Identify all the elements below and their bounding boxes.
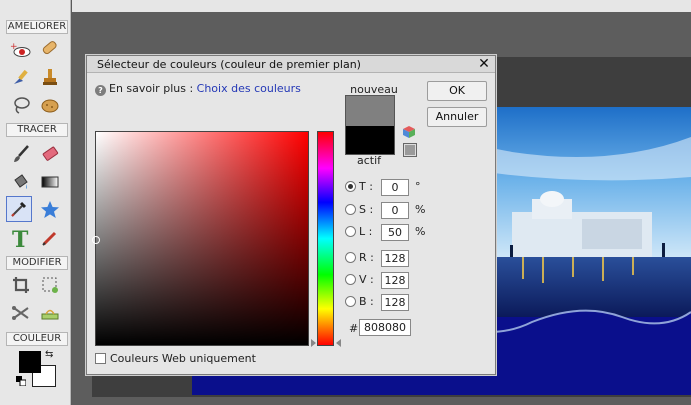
new-color-swatch bbox=[346, 96, 394, 126]
web-colors-only-option[interactable]: Couleurs Web uniquement bbox=[95, 352, 256, 365]
red-radio[interactable] bbox=[345, 252, 356, 263]
saturation-radio[interactable] bbox=[345, 204, 356, 215]
svg-text:T: T bbox=[12, 227, 29, 249]
web-colors-only-label: Couleurs Web uniquement bbox=[110, 352, 256, 365]
ok-button[interactable]: OK bbox=[427, 81, 487, 101]
saturation-label: S : bbox=[359, 203, 374, 216]
saturation-unit: % bbox=[415, 203, 426, 216]
help-prefix: En savoir plus : bbox=[109, 82, 194, 95]
custom-shape-icon[interactable] bbox=[37, 197, 63, 223]
saturation-field[interactable]: 0 bbox=[381, 202, 409, 219]
foreground-color-swatch[interactable] bbox=[19, 351, 41, 373]
crop-icon[interactable] bbox=[8, 272, 34, 298]
dialog-title: Sélecteur de couleurs (couleur de premie… bbox=[97, 58, 361, 71]
web-safe-swatch[interactable] bbox=[403, 143, 417, 157]
help-link[interactable]: Choix des couleurs bbox=[197, 82, 301, 95]
eraser-icon[interactable] bbox=[37, 141, 63, 167]
eyedropper-icon[interactable] bbox=[6, 196, 32, 222]
lightness-label: L : bbox=[359, 225, 373, 238]
section-label-improve: AMELIORER bbox=[6, 20, 68, 34]
help-icon: ? bbox=[95, 85, 106, 96]
red-field[interactable]: 128 bbox=[381, 250, 409, 267]
color-picker-dialog: Sélecteur de couleurs (couleur de premie… bbox=[86, 55, 496, 375]
red-eye-icon[interactable]: + bbox=[8, 37, 34, 63]
hex-label: # bbox=[349, 322, 359, 335]
lasso-icon[interactable] bbox=[8, 92, 34, 118]
lightness-radio[interactable] bbox=[345, 226, 356, 237]
hue-unit: ° bbox=[415, 180, 421, 193]
saturation-lightness-field[interactable] bbox=[92, 131, 309, 346]
web-colors-only-checkbox[interactable] bbox=[95, 353, 106, 364]
section-label-color: COULEUR bbox=[6, 332, 68, 346]
straighten-icon[interactable] bbox=[37, 300, 63, 326]
gradient-icon[interactable] bbox=[37, 169, 63, 195]
green-label: V : bbox=[359, 273, 374, 286]
hue-slider[interactable] bbox=[317, 131, 334, 346]
hue-slider-left-handle[interactable] bbox=[311, 339, 316, 347]
content-aware-move-icon[interactable] bbox=[8, 300, 34, 326]
workspace-top-bar bbox=[72, 0, 691, 12]
lightness-field[interactable]: 50 bbox=[381, 224, 409, 241]
help-row: ? En savoir plus : Choix des couleurs bbox=[95, 82, 301, 96]
blue-radio[interactable] bbox=[345, 296, 356, 307]
hue-label: T : bbox=[359, 180, 373, 193]
red-label: R : bbox=[359, 251, 374, 264]
green-field[interactable]: 128 bbox=[381, 272, 409, 289]
pencil-icon[interactable] bbox=[37, 225, 63, 251]
lightness-unit: % bbox=[415, 225, 426, 238]
hue-radio[interactable] bbox=[345, 181, 356, 192]
cancel-button[interactable]: Annuler bbox=[427, 107, 487, 127]
section-label-modify: MODIFIER bbox=[6, 256, 68, 270]
green-radio[interactable] bbox=[345, 274, 356, 285]
blue-label: B : bbox=[359, 295, 374, 308]
hue-field[interactable]: 0 bbox=[381, 179, 409, 196]
section-label-draw: TRACER bbox=[6, 123, 68, 137]
text-icon[interactable]: T bbox=[8, 225, 34, 251]
swap-colors-icon[interactable]: ⇆ bbox=[45, 349, 53, 360]
clone-stamp-icon[interactable] bbox=[37, 64, 63, 90]
hex-field[interactable]: 808080 bbox=[359, 319, 411, 336]
color-preview bbox=[345, 95, 395, 155]
recompose-icon[interactable] bbox=[37, 272, 63, 298]
dialog-title-bar[interactable]: Sélecteur de couleurs (couleur de premie… bbox=[87, 56, 495, 73]
smart-brush-icon[interactable] bbox=[8, 64, 34, 90]
toolbox-panel: AMELIORER + TRACER T MODIFIER COULEUR ⇆ bbox=[0, 0, 71, 405]
paint-bucket-icon[interactable] bbox=[8, 169, 34, 195]
brush-icon[interactable] bbox=[8, 141, 34, 167]
blue-field[interactable]: 128 bbox=[381, 294, 409, 311]
sponge-icon[interactable] bbox=[37, 92, 63, 118]
spot-healing-icon[interactable] bbox=[37, 35, 63, 61]
web-safe-cube-icon[interactable] bbox=[403, 126, 415, 138]
close-button[interactable]: ✕ bbox=[477, 56, 491, 72]
color-field-marker[interactable] bbox=[92, 236, 100, 244]
hue-slider-right-handle[interactable] bbox=[336, 339, 341, 347]
default-colors-icon[interactable] bbox=[16, 376, 26, 386]
current-color-label: actif bbox=[356, 154, 382, 167]
current-color-swatch[interactable] bbox=[346, 126, 394, 154]
